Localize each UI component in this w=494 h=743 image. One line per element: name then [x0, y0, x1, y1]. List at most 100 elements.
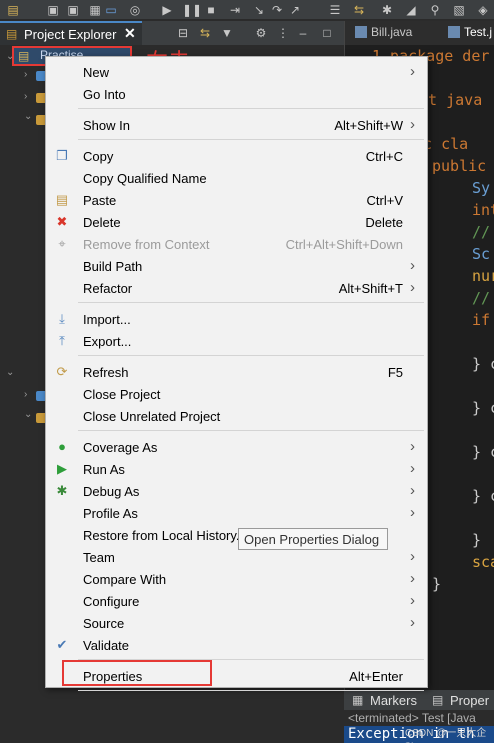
coverage-toolbar-icon[interactable]: ◈	[476, 3, 490, 17]
refresh-icon: ⟳	[56, 364, 68, 379]
context-menu: New › Go Into Show In Alt+Shift+W › ❐ Copy Ctrl+…	[45, 56, 428, 691]
properties-icon: ▤	[432, 693, 444, 707]
menu-item-debug-as[interactable]: ✱ Debug As ›	[46, 480, 427, 502]
chevron-down-icon[interactable]: ⌄	[6, 367, 14, 378]
code-line: if	[472, 311, 491, 329]
menu-item-delete[interactable]: ✖ Delete Delete	[46, 211, 427, 233]
chevron-right-icon: ›	[410, 460, 415, 477]
menu-item-label: Build Path	[83, 259, 143, 274]
perspective-icon[interactable]: ▧	[452, 3, 466, 17]
debug-icon: ✱	[56, 483, 68, 498]
menu-item-shortcut: Alt+Enter	[349, 669, 403, 684]
menu-item-label: Compare With	[83, 572, 167, 587]
menu-item-label: Profile As	[83, 506, 138, 521]
more-icon[interactable]: ⋮	[276, 26, 290, 40]
menu-item-validate[interactable]: ✔ Validate	[46, 634, 427, 656]
menu-item-label: Close Project	[83, 387, 161, 402]
suspend-icon[interactable]: ❚❚	[182, 3, 202, 17]
filter-icon[interactable]: ▼	[220, 26, 234, 40]
open-type-icon[interactable]: ⇆	[352, 3, 366, 17]
menu-item-refactor[interactable]: Refactor Alt+Shift+T ›	[46, 277, 427, 299]
menu-item-refresh[interactable]: ⟳ Refresh F5	[46, 361, 427, 383]
chevron-down-icon[interactable]: ⌄	[24, 409, 32, 420]
menu-item-coverage-as[interactable]: ● Coverage As ›	[46, 436, 427, 458]
validate-icon: ✔	[56, 637, 68, 652]
save-all-icon[interactable]: ▣	[66, 3, 80, 17]
java-file-icon	[355, 26, 367, 38]
disconnect-icon[interactable]: ⇥	[228, 3, 242, 17]
chevron-right-icon[interactable]: ›	[24, 389, 27, 400]
menu-item-export[interactable]: ⤒ Export...	[46, 330, 427, 352]
tab-properties[interactable]: Proper	[450, 693, 489, 708]
menu-item-close-project[interactable]: Close Project	[46, 383, 427, 405]
menu-item-label: Delete	[83, 215, 121, 230]
menu-item-import[interactable]: ⤓ Import...	[46, 308, 427, 330]
menu-item-close-unrelated-project[interactable]: Close Unrelated Project	[46, 405, 427, 427]
chevron-right-icon: ›	[410, 570, 415, 587]
run-toolbar-icon[interactable]: ◢	[404, 3, 418, 17]
export-icon: ⤒	[59, 333, 65, 348]
link-editor-icon[interactable]: ⇆	[198, 26, 212, 40]
menu-item-copy-qualified-name[interactable]: Copy Qualified Name	[46, 167, 427, 189]
menu-item-build-path[interactable]: Build Path ›	[46, 255, 427, 277]
menu-item-shortcut: Ctrl+C	[365, 149, 403, 164]
debug-toolbar-icon[interactable]: ✱	[380, 3, 394, 17]
resume-icon[interactable]: ▶	[160, 3, 174, 17]
tab-markers[interactable]: Markers	[370, 693, 417, 708]
maximize-icon[interactable]: □	[320, 26, 334, 40]
new-icon[interactable]: ▤	[6, 3, 20, 17]
code-line: } c	[472, 443, 494, 461]
menu-item-label: Refresh	[83, 365, 129, 380]
step-return-icon[interactable]: ↗	[288, 3, 302, 17]
chevron-down-icon[interactable]: ⌄	[24, 111, 32, 122]
menu-separator	[78, 355, 424, 356]
menu-item-configure[interactable]: Configure ›	[46, 590, 427, 612]
menu-item-label: Coverage As	[83, 440, 158, 455]
save-icon[interactable]: ▣	[46, 3, 60, 17]
view-menu-icon[interactable]: ⚙	[254, 26, 268, 40]
menu-item-label: Close Unrelated Project	[83, 409, 221, 424]
menu-item-label: Restore from Local History...	[83, 528, 247, 543]
skip-breakpoints-icon[interactable]: ◎	[128, 3, 142, 17]
toggle-icon[interactable]: ☰	[328, 3, 342, 17]
menu-item-shortcut: Ctrl+Alt+Shift+Down	[285, 237, 403, 252]
menu-item-shortcut: Delete	[365, 215, 403, 230]
chevron-right-icon[interactable]: ›	[24, 91, 27, 102]
search-toolbar-icon[interactable]: ⚲	[428, 3, 442, 17]
collapse-all-icon[interactable]: ⊟	[176, 26, 190, 40]
minimize-icon[interactable]: –	[296, 26, 310, 40]
menu-item-label: Show In	[83, 118, 130, 133]
tab-bill-java[interactable]: Bill.java	[371, 25, 412, 39]
chevron-right-icon[interactable]: ›	[24, 69, 27, 80]
tab-test-java[interactable]: Test.j	[464, 25, 492, 39]
menu-item-copy[interactable]: ❐ Copy Ctrl+C	[46, 145, 427, 167]
print-icon[interactable]: ▦	[88, 3, 102, 17]
menu-item-shortcut: F5	[387, 365, 403, 380]
menu-item-profile-as[interactable]: Profile As ›	[46, 502, 427, 524]
menu-item-source[interactable]: Source ›	[46, 612, 427, 634]
tooltip: Open Properties Dialog	[238, 528, 388, 550]
step-into-icon[interactable]: ↘	[252, 3, 266, 17]
menu-item-label: Paste	[83, 193, 117, 208]
chevron-right-icon: ›	[410, 116, 415, 133]
step-over-icon[interactable]: ↷	[270, 3, 284, 17]
tab-project-explorer[interactable]: ▤ Project Explorer ✕	[0, 21, 142, 45]
menu-item-shortcut: Ctrl+V	[366, 193, 403, 208]
code-line: int	[472, 201, 494, 219]
close-icon[interactable]: ✕	[124, 25, 136, 42]
code-line: Sy	[472, 179, 491, 197]
menu-item-compare-with[interactable]: Compare With ›	[46, 568, 427, 590]
menu-item-show-in[interactable]: Show In Alt+Shift+W ›	[46, 114, 427, 136]
menu-item-new[interactable]: New ›	[46, 61, 427, 83]
terminate-icon[interactable]: ■	[204, 3, 218, 17]
code-line: nur	[472, 267, 494, 285]
chevron-right-icon: ›	[410, 592, 415, 609]
tab-label: Project Explorer	[24, 27, 117, 42]
menu-item-label: Remove from Context	[83, 237, 210, 252]
menu-item-paste[interactable]: ▤ Paste Ctrl+V	[46, 189, 427, 211]
menu-item-run-as[interactable]: ▶ Run As ›	[46, 458, 427, 480]
code-line: } c	[472, 487, 494, 505]
menu-separator	[78, 302, 424, 303]
terminal-icon[interactable]: ▭	[104, 3, 118, 17]
menu-item-go-into[interactable]: Go Into	[46, 83, 427, 105]
